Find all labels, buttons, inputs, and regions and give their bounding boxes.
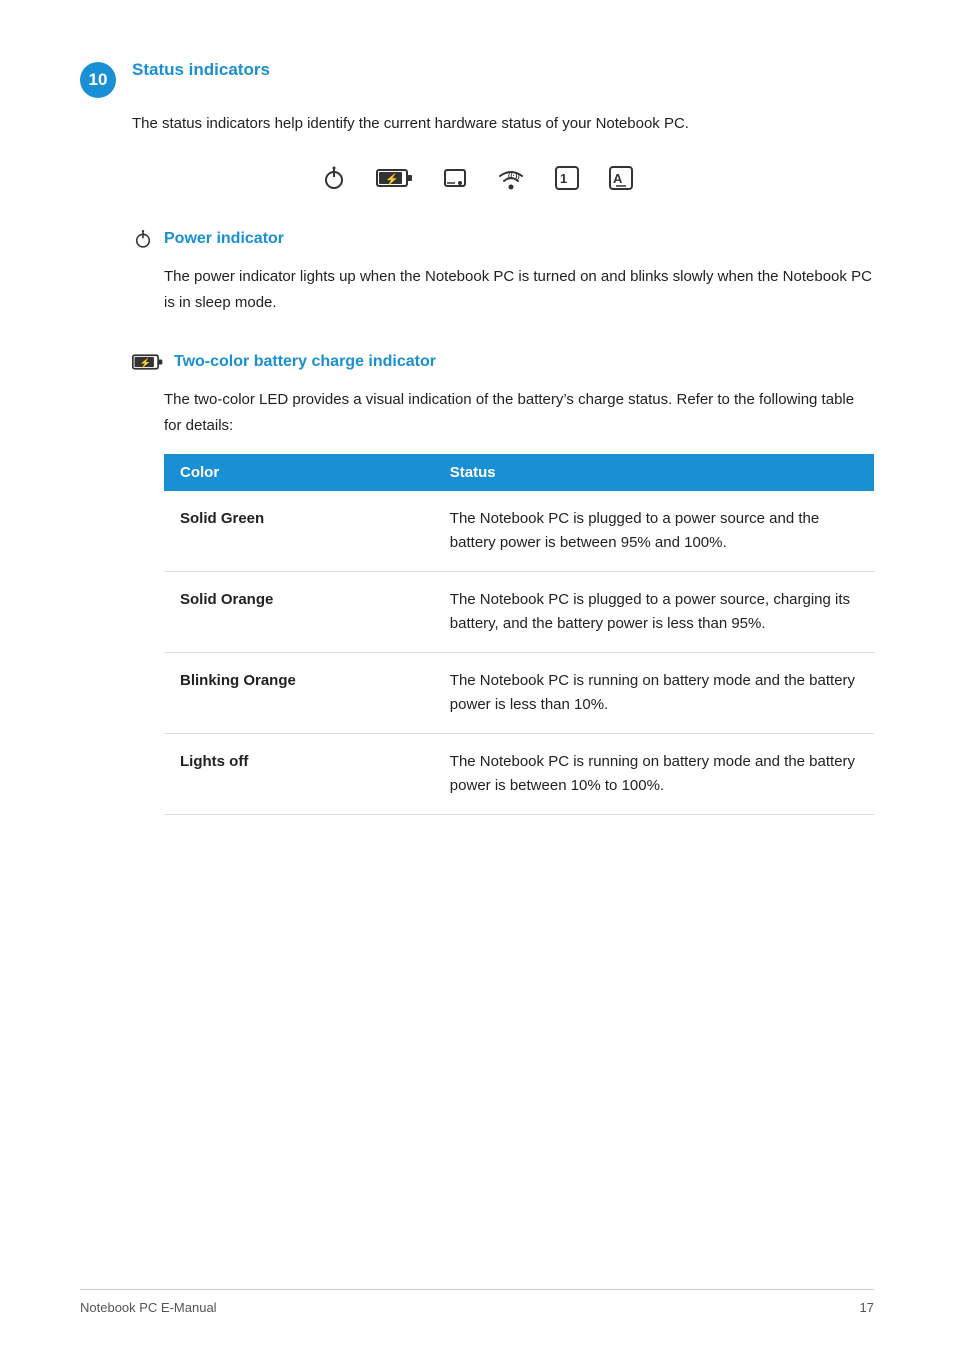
- color-cell: Lights off: [164, 734, 434, 815]
- svg-text:1: 1: [560, 171, 567, 186]
- wifi-icon: ((·)): [496, 165, 526, 191]
- icons-row: ⚡ ((·)) 1: [80, 164, 874, 192]
- power-indicator-header: Power indicator: [132, 228, 874, 250]
- footer-right: 17: [860, 1300, 874, 1315]
- capslock-icon: A: [608, 165, 634, 191]
- power-icon: [320, 164, 348, 192]
- battery-table-container: Color Status Solid GreenThe Notebook PC …: [164, 454, 874, 815]
- table-row: Solid GreenThe Notebook PC is plugged to…: [164, 491, 874, 572]
- status-header: Status: [434, 454, 874, 491]
- status-cell: The Notebook PC is running on battery mo…: [434, 734, 874, 815]
- battery-indicator-title: Two-color battery charge indicator: [174, 353, 436, 371]
- section-intro: The status indicators help identify the …: [132, 112, 874, 136]
- section-title: Status indicators: [132, 60, 270, 80]
- footer-left: Notebook PC E-Manual: [80, 1300, 217, 1315]
- numlock-icon: 1: [554, 165, 580, 191]
- battery-indicator-section: ⚡ Two-color battery charge indicator The…: [132, 351, 874, 815]
- power-indicator-section: Power indicator The power indicator ligh…: [132, 228, 874, 315]
- svg-text:⚡: ⚡: [140, 357, 152, 369]
- page: 10 Status indicators The status indicato…: [0, 0, 954, 1345]
- color-cell: Blinking Orange: [164, 653, 434, 734]
- drive-activity-icon: [442, 165, 468, 191]
- battery-indicator-icon: ⚡: [132, 351, 164, 373]
- section-badge: 10: [80, 62, 116, 98]
- battery-indicator-body: The two-color LED provides a visual indi…: [164, 387, 874, 438]
- color-cell: Solid Orange: [164, 572, 434, 653]
- color-header: Color: [164, 454, 434, 491]
- table-row: Blinking OrangeThe Notebook PC is runnin…: [164, 653, 874, 734]
- battery-indicator-header: ⚡ Two-color battery charge indicator: [132, 351, 874, 373]
- power-indicator-body: The power indicator lights up when the N…: [164, 264, 874, 315]
- svg-text:⚡: ⚡: [385, 173, 399, 186]
- svg-text:((·)): ((·)): [508, 173, 520, 180]
- footer: Notebook PC E-Manual 17: [80, 1289, 874, 1315]
- color-cell: Solid Green: [164, 491, 434, 572]
- battery-table: Color Status Solid GreenThe Notebook PC …: [164, 454, 874, 815]
- status-cell: The Notebook PC is plugged to a power so…: [434, 491, 874, 572]
- power-indicator-icon: [132, 228, 154, 250]
- status-cell: The Notebook PC is running on battery mo…: [434, 653, 874, 734]
- section-header: 10 Status indicators: [80, 60, 874, 98]
- table-header-row: Color Status: [164, 454, 874, 491]
- table-row: Solid OrangeThe Notebook PC is plugged t…: [164, 572, 874, 653]
- status-cell: The Notebook PC is plugged to a power so…: [434, 572, 874, 653]
- power-indicator-title: Power indicator: [164, 230, 284, 248]
- battery-charge-icon: ⚡: [376, 166, 414, 190]
- table-row: Lights offThe Notebook PC is running on …: [164, 734, 874, 815]
- svg-text:A: A: [613, 171, 623, 186]
